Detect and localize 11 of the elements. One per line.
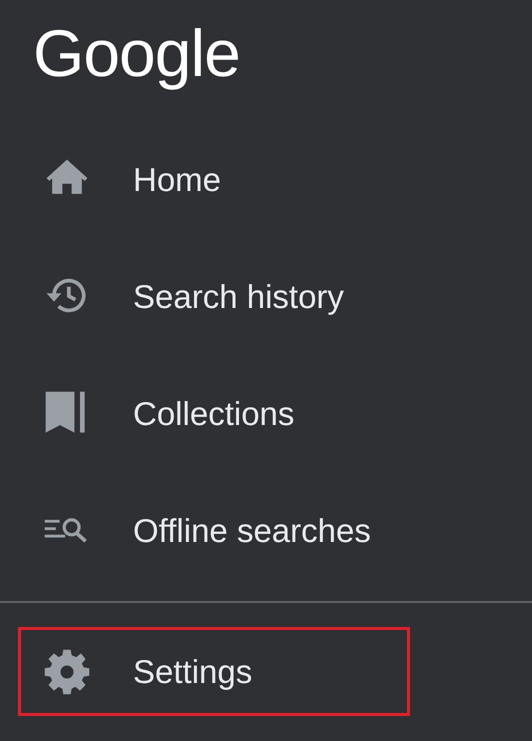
menu-label: Home xyxy=(133,160,222,200)
menu-label: Offline searches xyxy=(133,510,371,550)
menu-label: Collections xyxy=(133,394,294,434)
menu-item[interactable]: Offline searches xyxy=(0,472,532,589)
menu-label: Search history xyxy=(133,276,344,316)
menu-item[interactable]: Settings xyxy=(18,627,410,716)
menu-item[interactable]: Search history xyxy=(0,238,532,355)
menu-item[interactable]: Collections xyxy=(0,355,532,472)
logo: Google xyxy=(32,15,241,92)
menu-item[interactable]: Home xyxy=(0,121,532,238)
menu-label: Settings xyxy=(133,652,252,692)
